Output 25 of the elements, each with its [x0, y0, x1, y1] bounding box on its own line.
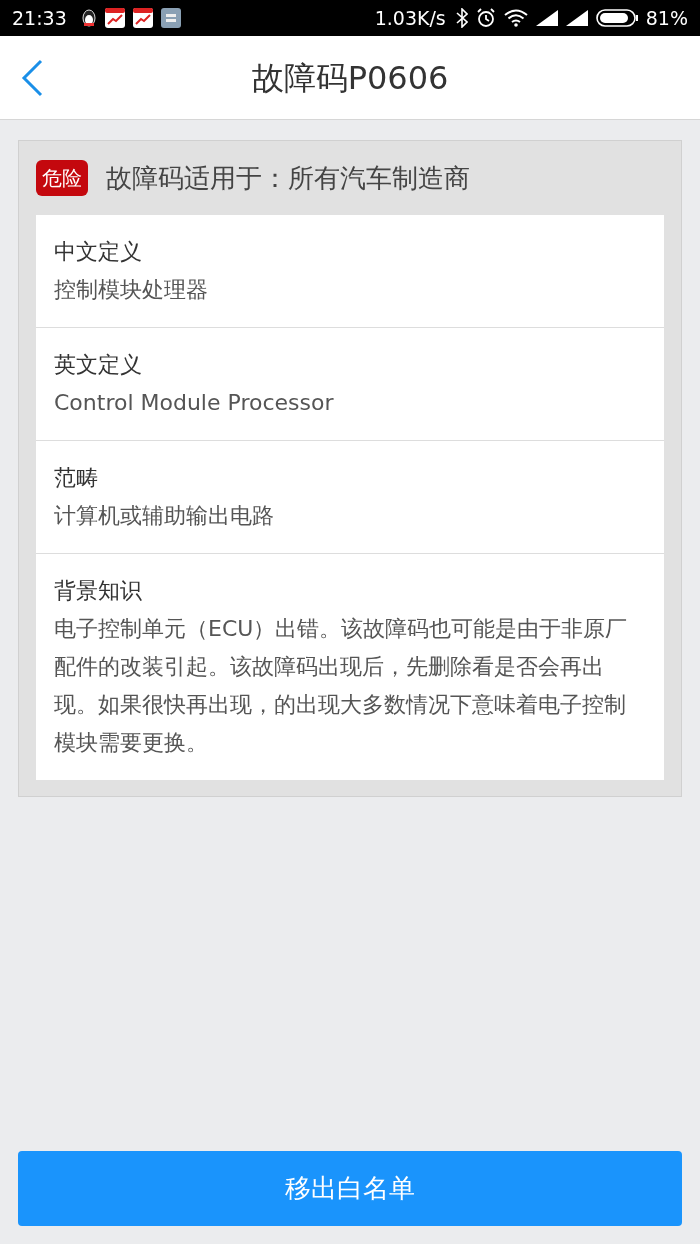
signal-icon: [565, 10, 588, 26]
remove-from-whitelist-button[interactable]: 移出白名单: [18, 1151, 682, 1226]
signal-icon: [535, 10, 558, 26]
section-label: 背景知识: [54, 577, 143, 605]
section-value: Control Module Processor: [54, 389, 335, 417]
section-value: 计算机或辅助输出电路: [54, 502, 275, 530]
applies-to-text: 故障码适用于：所有汽车制造商: [106, 161, 470, 195]
section-value: 电子控制单元（ECU）出错。该故障码也可能是由于非原厂配件的改装引起。该故障码出现后，先删除看是否会再出现。如果很快再出现，的出现大多数情况下意味着电子控制模块需要更换。: [54, 615, 629, 757]
back-icon: [21, 58, 43, 97]
battery-percentage: 81%: [645, 5, 688, 31]
wifi-icon: [503, 9, 528, 27]
bluetooth-icon: [455, 8, 468, 28]
section-label: 英文定义: [54, 351, 143, 379]
network-speed: 1.03K/s: [374, 5, 446, 31]
clock: 21:33: [12, 5, 67, 31]
danger-badge: 危险: [36, 160, 88, 196]
page-title: 故障码P0606: [251, 57, 449, 99]
section-label: 中文定义: [54, 238, 143, 266]
section-label: 范畴: [54, 464, 99, 492]
document-icon: [160, 8, 181, 28]
chart-app-icon: [132, 8, 153, 28]
battery-icon: [595, 9, 638, 27]
alarm-clock-icon: [475, 8, 496, 28]
chart-app-icon: [104, 8, 125, 28]
section-value: 控制模块处理器: [54, 276, 209, 304]
